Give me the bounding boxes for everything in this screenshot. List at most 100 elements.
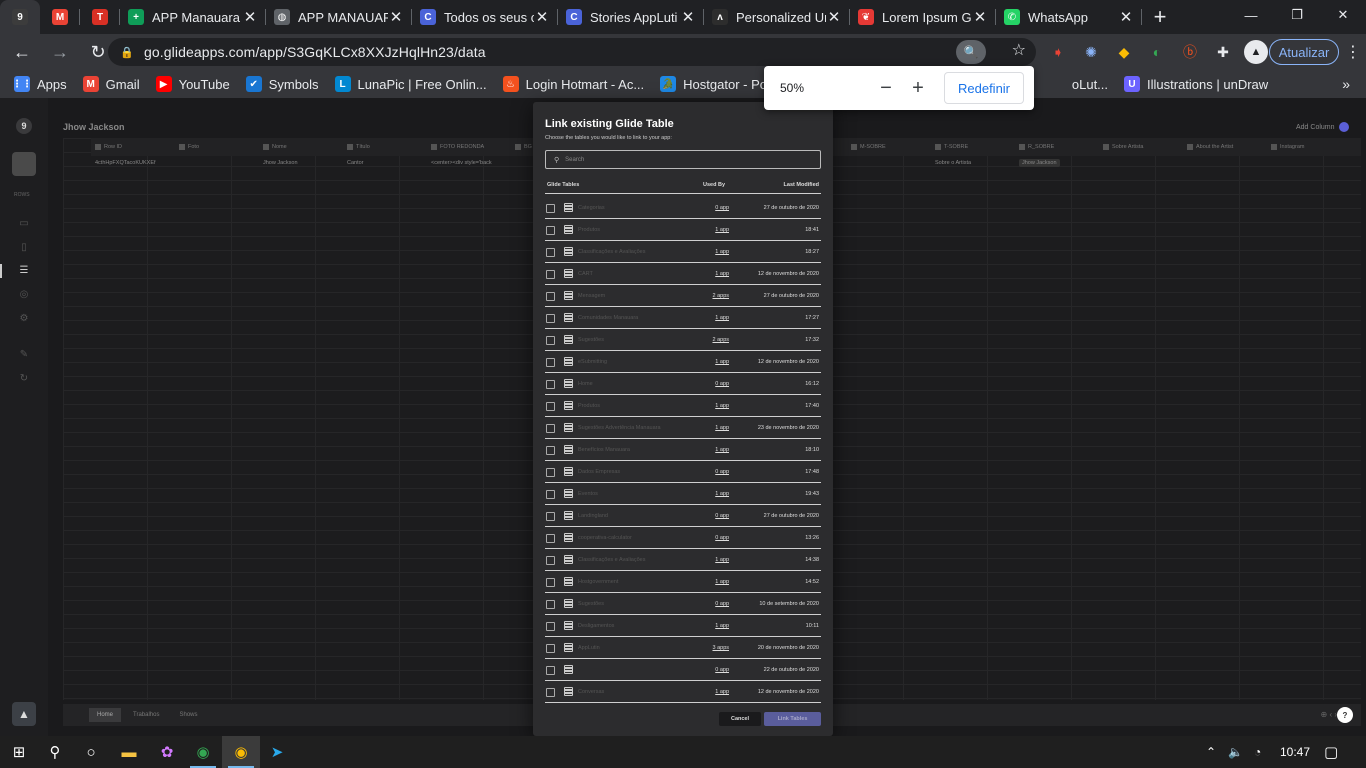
app-avatar[interactable] [12, 152, 36, 176]
tray-chevron-icon[interactable]: ⌃ [1206, 736, 1216, 768]
row-checkbox[interactable] [546, 358, 555, 367]
extension-icon[interactable]: ◆ [1112, 40, 1136, 64]
phone-icon[interactable]: ▯ [18, 242, 30, 254]
extension-icon[interactable]: ⓑ [1178, 40, 1202, 64]
tab-close-icon[interactable]: ✕ [972, 8, 988, 26]
column-header[interactable]: R_SOBRE [1015, 138, 1099, 156]
table-row[interactable]: Comunidades Manauara 1 app 17:27 [545, 307, 821, 329]
link-tables-button[interactable]: Link Tables [764, 712, 821, 726]
bookmarks-overflow-icon[interactable]: » [1342, 76, 1350, 92]
used-by-link[interactable]: 1 app [715, 579, 729, 585]
used-by-link[interactable]: 1 app [715, 271, 729, 277]
used-by-link[interactable]: 1 app [715, 227, 729, 233]
dollar-icon[interactable]: ◎ [18, 289, 30, 301]
column-header[interactable]: About the Artist [1183, 138, 1267, 156]
menu-icon[interactable]: ⋮ [1345, 42, 1361, 62]
tab-close-icon[interactable]: ✕ [388, 8, 404, 26]
table-row[interactable]: Mensagem 2 apps 27 de outubro de 2020 [545, 285, 821, 307]
volume-icon[interactable]: 🔈 [1228, 736, 1243, 768]
table-cell[interactable]: 4cthHpFXQTacoKUKXEf [91, 156, 175, 170]
extension-icon[interactable]: ✺ [1079, 40, 1103, 64]
column-header[interactable]: Sobre Artista [1099, 138, 1183, 156]
pencil-icon[interactable]: ✎ [18, 349, 30, 361]
table-cell[interactable] [175, 156, 259, 170]
url-text[interactable]: go.glideapps.com/app/S3GqKLCx8XXJzHqlHn2… [144, 44, 486, 60]
table-cell[interactable]: Sobre o Artista [931, 156, 1015, 170]
row-checkbox[interactable] [546, 468, 555, 477]
bottom-tab[interactable]: Shows [171, 708, 205, 722]
browser-tab[interactable]: T [80, 0, 120, 34]
chrome-button[interactable]: ◉ [184, 736, 222, 768]
column-header[interactable]: Nome [259, 138, 343, 156]
row-checkbox[interactable] [546, 270, 555, 279]
browser-tab[interactable]: C Stories AppLuti ✕ [558, 0, 704, 34]
used-by-link[interactable]: 0 app [715, 205, 729, 211]
used-by-link[interactable]: 2 apps [712, 293, 729, 299]
bookmark-item[interactable]: ⋮⋮ Apps [12, 76, 67, 92]
clock[interactable]: 10:47 [1280, 736, 1310, 768]
close-window-button[interactable]: ✕ [1320, 0, 1366, 30]
used-by-link[interactable]: 0 app [715, 667, 729, 673]
used-by-link[interactable]: 1 app [715, 491, 729, 497]
gear-icon[interactable]: ⚙ [18, 313, 30, 325]
task-view-button[interactable]: ○ [72, 736, 110, 768]
search-input[interactable]: ⚲ Search [545, 150, 821, 169]
column-header[interactable]: FOTO REDONDA [427, 138, 511, 156]
bookmark-star-icon[interactable]: ☆ [1012, 40, 1026, 60]
table-cell[interactable]: <center><div style='back [427, 156, 511, 170]
table-row[interactable]: Home 0 app 16:12 [545, 373, 821, 395]
browser-tab[interactable]: M [40, 0, 80, 34]
bookmark-item[interactable]: L LunaPic | Free Onlin... [334, 76, 487, 92]
used-by-link[interactable]: 1 app [715, 623, 729, 629]
tab-close-icon[interactable]: ✕ [534, 8, 550, 26]
used-by-link[interactable]: 3 apps [712, 645, 729, 651]
bookmark-item[interactable]: U Illustrations | unDraw [1124, 76, 1268, 92]
tab-close-icon[interactable]: ✕ [1118, 8, 1134, 26]
database-icon[interactable]: ☰ [18, 265, 30, 277]
table-row[interactable]: Classificações e Avaliações 1 app 18:27 [545, 241, 821, 263]
used-by-link[interactable]: 1 app [715, 315, 729, 321]
table-row[interactable]: Sugestões 2 apps 17:32 [545, 329, 821, 351]
table-row[interactable]: Sugestões Advertência Manauara 1 app 23 de… [545, 417, 821, 439]
notifications-icon[interactable]: ▢ [1324, 736, 1338, 768]
table-cell[interactable] [1099, 156, 1183, 170]
zoom-out-button[interactable]: − [870, 77, 902, 100]
table-row[interactable]: Conversas 1 app 12 de novembro de 2020 [545, 681, 821, 703]
table-row[interactable]: Hostgovernment 1 app 14:52 [545, 571, 821, 593]
row-checkbox[interactable] [546, 578, 555, 587]
column-header[interactable]: Foto [175, 138, 259, 156]
new-tab-button[interactable]: + [1142, 0, 1178, 34]
bottom-controls[interactable]: ⊕ ‹ › [1321, 710, 1337, 719]
table-row[interactable]: Produtos 1 app 18:41 [545, 219, 821, 241]
table-cell[interactable] [847, 156, 931, 170]
row-checkbox[interactable] [546, 556, 555, 565]
browser-tab[interactable]: ✆ WhatsApp ✕ [996, 0, 1142, 34]
used-by-link[interactable]: 0 app [715, 535, 729, 541]
used-by-link[interactable]: 1 app [715, 249, 729, 255]
table-cell[interactable] [1267, 156, 1351, 170]
table-row[interactable]: AppLutin 3 apps 20 de novembro de 2020 [545, 637, 821, 659]
used-by-link[interactable]: 1 app [715, 425, 729, 431]
used-by-link[interactable]: 1 app [715, 689, 729, 695]
table-row[interactable]: Sugestões 0 app 10 de setembro de 2020 [545, 593, 821, 615]
back-button[interactable]: ← [6, 36, 38, 68]
used-by-link[interactable]: 0 app [715, 601, 729, 607]
table-cell[interactable] [1183, 156, 1267, 170]
table-row[interactable]: Dados Empresas 0 app 17:48 [545, 461, 821, 483]
glide-home-button[interactable]: ▲ [12, 702, 36, 726]
row-checkbox[interactable] [546, 380, 555, 389]
row-checkbox[interactable] [546, 688, 555, 697]
table-row[interactable]: CART 1 app 12 de novembro de 2020 [545, 263, 821, 285]
puzzle-icon[interactable]: ✚ [1211, 40, 1235, 64]
browser-tab[interactable]: ʌ Personalized Ur ✕ [704, 0, 850, 34]
chrome-canary-button[interactable]: ◉ [222, 736, 260, 768]
row-checkbox[interactable] [546, 292, 555, 301]
extension-icon[interactable]: ➧ [1046, 40, 1070, 64]
table-row[interactable]: eSubmitting 1 app 12 de novembro de 2020 [545, 351, 821, 373]
used-by-link[interactable]: 0 app [715, 381, 729, 387]
address-bar[interactable]: 🔒 go.glideapps.com/app/S3GqKLCx8XXJzHqlH… [108, 38, 1036, 66]
bookmark-item[interactable]: ♨ Login Hotmart - Ac... [502, 76, 644, 92]
search-button[interactable]: ⚲ [36, 736, 74, 768]
table-row[interactable]: cooperativa-calculator 0 app 13:26 [545, 527, 821, 549]
column-header[interactable]: T-SOBRE [931, 138, 1015, 156]
